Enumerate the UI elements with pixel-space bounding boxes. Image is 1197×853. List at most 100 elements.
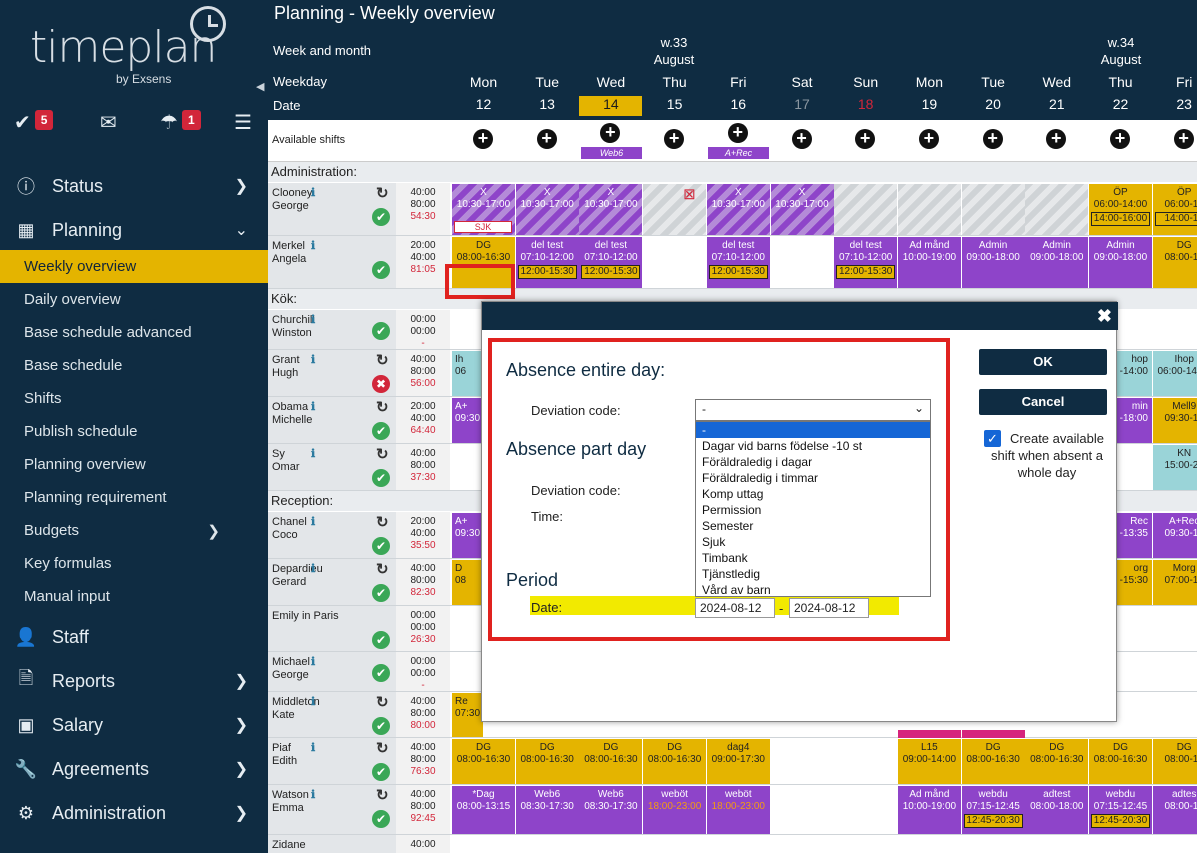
shift-cell[interactable] [834, 184, 898, 235]
add-shift-plus-icon[interactable]: + [855, 129, 876, 149]
deviation-code-select[interactable]: - ⌄ [695, 399, 931, 421]
info-icon[interactable]: ℹ [311, 656, 315, 669]
info-icon[interactable]: ℹ [311, 448, 315, 461]
shift-cell[interactable]: weböt 18:00-23:00 [643, 786, 707, 834]
dropdown-option[interactable]: Permission [696, 502, 930, 518]
shift-cell[interactable]: Re 07:30 [452, 693, 483, 737]
shift-cell[interactable]: webdu 07:15-12:45 12:45-20:30 [1089, 786, 1152, 834]
shift-cell[interactable]: Web6 08:30-17:30 [579, 786, 643, 834]
dropdown-option[interactable]: Komp uttag [696, 486, 930, 502]
shift-cell[interactable] [643, 184, 707, 235]
nav-reports[interactable]: 🗎 Reports ❯ [0, 659, 268, 703]
sub-budgets[interactable]: Budgets ❯ [0, 514, 268, 547]
dropdown-option[interactable]: Timbank [696, 550, 930, 566]
add-shift-plus-icon[interactable]: + [473, 129, 493, 149]
add-shift-plus-icon[interactable]: + [536, 129, 557, 149]
shift-cell[interactable]: Ad månd 10:00-19:00 [897, 786, 961, 834]
employee-name-cell[interactable]: Clooney George ℹ ↻ ✔ [268, 183, 396, 235]
add-shift-plus-icon[interactable]: + [791, 129, 812, 149]
employee-name-cell[interactable]: Obama Michelle ℹ ↻ ✔ [268, 397, 396, 443]
close-icon[interactable]: ✖ [1097, 306, 1112, 327]
employee-name-cell[interactable]: Sy Omar ℹ ↻ ✔ [268, 444, 396, 490]
shift-cell[interactable]: Mell909:30-18 [1152, 398, 1197, 443]
shift-cell[interactable]: DG 08:00-16:30 [1089, 739, 1152, 784]
info-icon[interactable]: ℹ [311, 696, 315, 709]
add-shift-plus-icon[interactable]: + [982, 129, 1003, 149]
sub-shifts[interactable]: Shifts [0, 382, 268, 415]
employee-name-cell[interactable]: Grant Hugh ℹ ↻ ✖ [268, 350, 396, 396]
shift-cell[interactable] [897, 184, 961, 235]
shift-cell[interactable] [961, 184, 1025, 235]
mail-icon[interactable]: ✉ [100, 110, 117, 138]
employee-name-cell[interactable]: Churchill Winston ℹ ✔ [268, 310, 396, 349]
shift-cell[interactable]: DG08:00-16 [1152, 739, 1197, 784]
shift-cell[interactable]: del test 07:10-12:00 12:00-15:30 [706, 237, 770, 288]
redo-icon[interactable]: ↻ [376, 447, 389, 462]
redo-icon[interactable]: ↻ [376, 400, 389, 415]
shift-cell[interactable]: adtes08:00-18 [1152, 786, 1197, 834]
shift-cell[interactable]: X 10:30-17:00 [706, 184, 770, 235]
shift-cell[interactable]: del test 07:10-12:00 12:00-15:30 [579, 237, 643, 288]
dropdown-option[interactable]: Semester [696, 518, 930, 534]
info-icon[interactable]: ℹ [311, 314, 315, 327]
tasks-button[interactable]: ✔ 5 [14, 110, 54, 138]
shift-cell[interactable] [897, 730, 961, 738]
redo-icon[interactable]: ↻ [376, 515, 389, 530]
employee-name-cell[interactable]: Michael George ℹ ✔ [268, 652, 396, 691]
shift-cell[interactable]: webdu 07:15-12:45 12:45-20:30 [961, 786, 1025, 834]
shift-cell[interactable]: DG 08:00-16:30 [961, 739, 1025, 784]
nav-staff[interactable]: 👤 Staff [0, 615, 268, 659]
info-icon[interactable]: ℹ [311, 187, 315, 200]
info-icon[interactable]: ℹ [311, 240, 315, 253]
redo-icon[interactable]: ↻ [376, 788, 389, 803]
shift-cell[interactable]: Ihop06:00-14:00 [1152, 351, 1197, 396]
shift-cell[interactable]: Admin 09:00-18:00 [961, 237, 1025, 288]
redo-icon[interactable]: ↻ [376, 741, 389, 756]
redo-icon[interactable]: ↻ [376, 562, 389, 577]
sub-key-formulas[interactable]: Key formulas [0, 547, 268, 580]
add-shift-plus-icon[interactable]: + [1173, 129, 1194, 149]
employee-name-cell[interactable]: Zidane [268, 835, 396, 853]
redo-icon[interactable]: ↻ [376, 695, 389, 710]
employee-name-cell[interactable]: Watson Emma ℹ ↻ ✔ [268, 785, 396, 834]
shift-cell[interactable] [1025, 184, 1089, 235]
shift-cell[interactable]: weböt 18:00-23:00 [706, 786, 770, 834]
shift-cell[interactable]: adtest 08:00-18:00 [1025, 786, 1089, 834]
avail-tag[interactable]: A+Rec [708, 147, 769, 159]
sub-base-schedule-advanced[interactable]: Base schedule advanced [0, 316, 268, 349]
dropdown-option[interactable]: Föräldraledig i dagar [696, 454, 930, 470]
redo-icon[interactable]: ↻ [376, 186, 389, 201]
nav-status[interactable]: ⓘ Status ❯ [0, 164, 268, 208]
shift-cell[interactable] [961, 730, 1025, 738]
employee-name-cell[interactable]: Middleton Kate ℹ ↻ ✔ [268, 692, 396, 737]
nav-planning[interactable]: ▦ Planning ⌄ [0, 208, 268, 252]
shift-cell[interactable]: A+Rec09:30-13 [1152, 513, 1197, 558]
shift-cell[interactable]: DG 08:00-16:30 [1025, 739, 1089, 784]
info-icon[interactable]: ℹ [311, 563, 315, 576]
shift-cell[interactable]: X 10:30-17:00 [770, 184, 834, 235]
shift-cell[interactable]: dag4 09:00-17:30 [706, 739, 770, 784]
shift-cell[interactable]: L15 09:00-14:00 [897, 739, 961, 784]
shift-cell[interactable]: X 10:30-17:00 [579, 184, 643, 235]
nav-agreements[interactable]: 🔧 Agreements ❯ [0, 747, 268, 791]
shift-cell[interactable]: X 10:30-17:00 [515, 184, 579, 235]
shift-cell[interactable]: Admin 09:00-18:00 [1089, 237, 1152, 288]
absence-button[interactable]: ☂ 1 [160, 110, 201, 138]
sub-publish-schedule[interactable]: Publish schedule [0, 415, 268, 448]
info-icon[interactable]: ℹ [311, 742, 315, 755]
create-available-shift-checkbox[interactable]: ✓ [984, 430, 1001, 447]
date-to-input[interactable]: 2024-08-12 [789, 598, 869, 618]
sub-weekly-overview[interactable]: Weekly overview [0, 250, 268, 283]
shift-cell[interactable]: ÖP06:00-14 14:00-16 [1152, 184, 1197, 235]
date-from-input[interactable]: 2024-08-12 [695, 598, 775, 618]
shift-cell[interactable]: Admin 09:00-18:00 [1025, 237, 1089, 288]
info-icon[interactable]: ℹ [311, 354, 315, 367]
shift-cell[interactable]: *Dag 08:00-13:15 [452, 786, 515, 834]
shift-cell[interactable]: A+ 09:30 [452, 398, 483, 443]
shift-cell[interactable]: Ih 06 [452, 351, 483, 396]
dropdown-option[interactable]: Tjänstledig [696, 566, 930, 582]
list-icon[interactable]: ☰ [234, 110, 252, 138]
shift-cell[interactable]: Ad månd 10:00-19:00 [897, 237, 961, 288]
info-icon[interactable]: ℹ [311, 516, 315, 529]
avail-tag[interactable]: Web6 [581, 147, 642, 159]
